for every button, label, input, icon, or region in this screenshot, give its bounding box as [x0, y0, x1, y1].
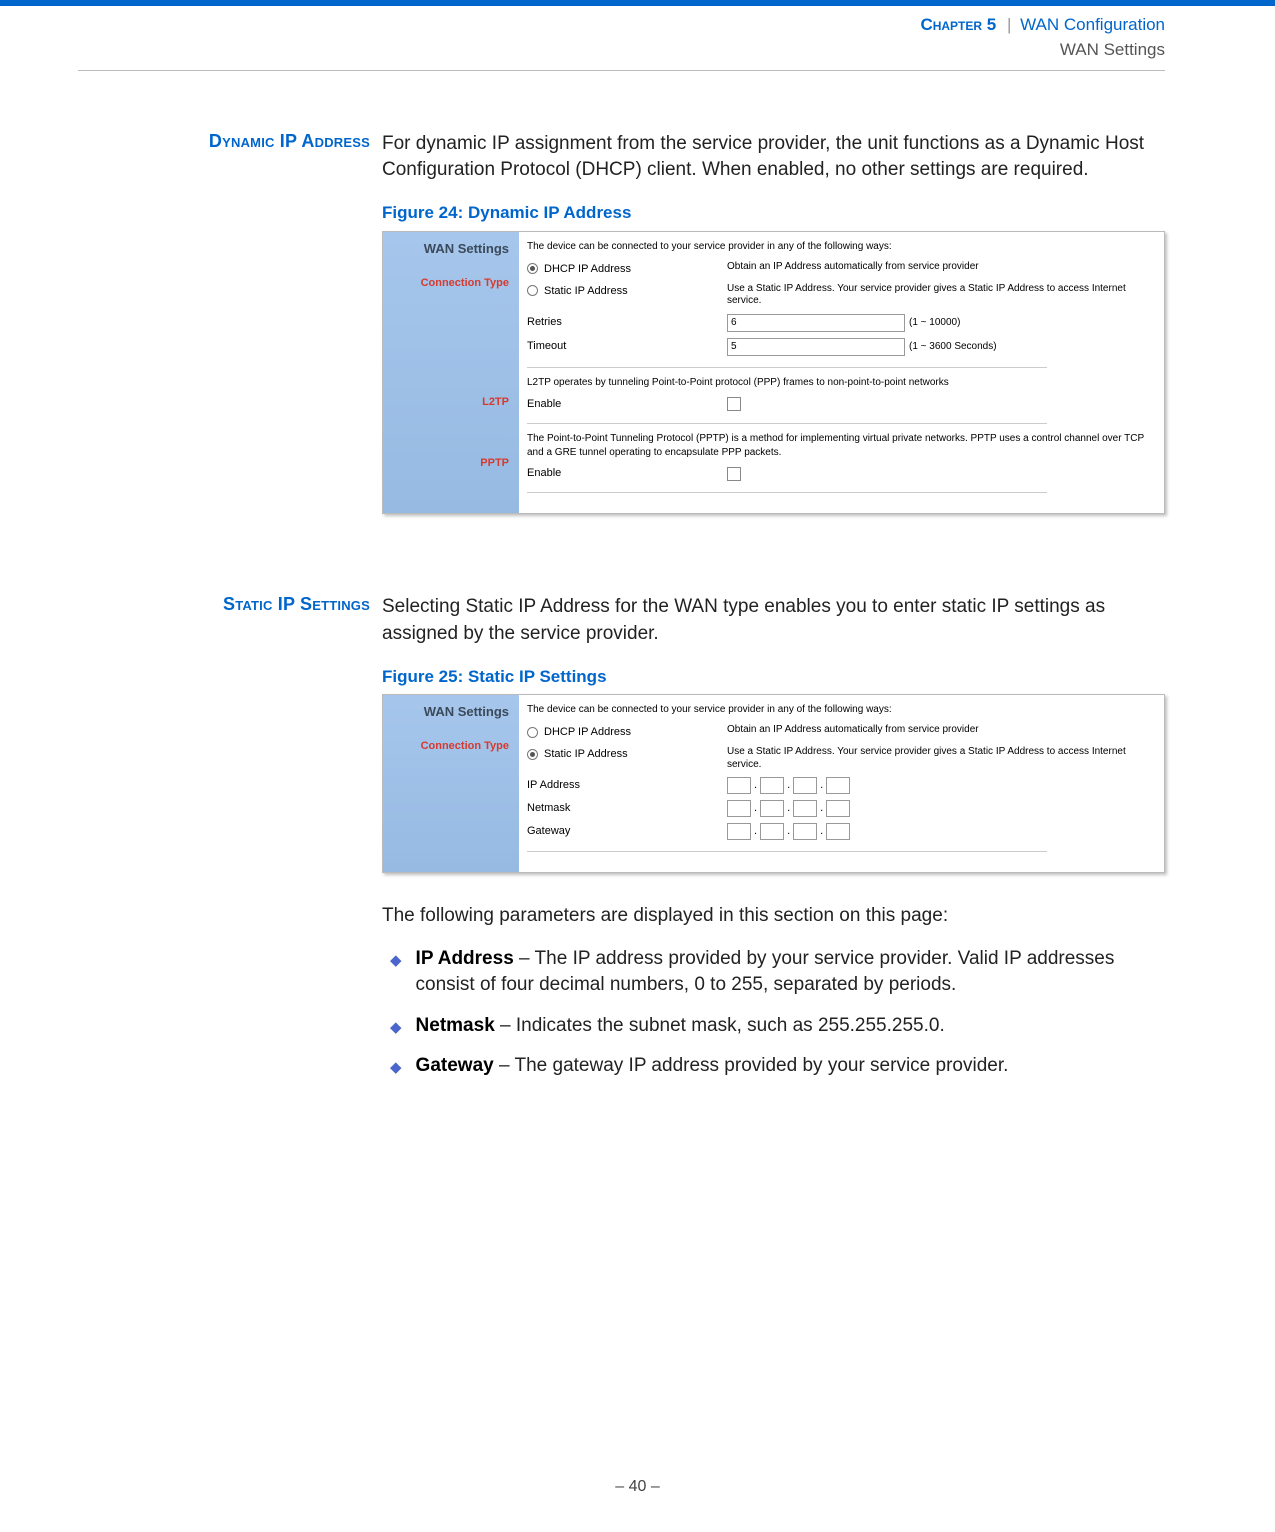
ss2-nm-b[interactable] [760, 800, 784, 817]
page-number: 40 [629, 1478, 647, 1495]
ss1-sidebar-item-connection-type[interactable]: Connection Type [383, 270, 513, 293]
ss1-sidebar-item-l2tp[interactable]: L2TP [383, 389, 513, 412]
ss1-static-desc: Use a Static IP Address. Your service pr… [727, 283, 1152, 308]
ss1-dhcp-desc: Obtain an IP Address automatically from … [727, 261, 1152, 274]
ss2-intro-text: The device can be connected to your serv… [527, 701, 1152, 721]
figure24-screenshot: WAN Settings Connection Type L2TP PPTP T… [382, 231, 1165, 515]
diamond-icon: ◆ [390, 1017, 402, 1040]
ss2-static-desc: Use a Static IP Address. Your service pr… [727, 746, 1152, 771]
ss2-sidebar-title: WAN Settings [383, 699, 513, 733]
ss1-sidebar-title: WAN Settings [383, 236, 513, 270]
ss2-ip-label: IP Address [527, 778, 727, 793]
section1-body-text: For dynamic IP assignment from the servi… [382, 131, 1165, 183]
ss1-retries-label: Retries [527, 315, 727, 330]
ss1-timeout-label: Timeout [527, 339, 727, 354]
param-intro-text: The following parameters are displayed i… [382, 903, 1165, 929]
ss2-gw-b[interactable] [760, 823, 784, 840]
ss2-ip-b[interactable] [760, 777, 784, 794]
ss1-l2tp-text: L2TP operates by tunneling Point-to-Poin… [527, 374, 1152, 394]
ss1-timeout-hint: (1 ~ 3600 Seconds) [909, 340, 997, 354]
ss2-ip-a[interactable] [727, 777, 751, 794]
ss2-nm-d[interactable] [826, 800, 850, 817]
ss1-pptp-enable-checkbox[interactable] [727, 467, 741, 481]
bullet-ip-address: IP Address – The IP address provided by … [416, 946, 1165, 999]
ss2-gw-a[interactable] [727, 823, 751, 840]
ss2-ip-d[interactable] [826, 777, 850, 794]
ss2-nm-a[interactable] [727, 800, 751, 817]
bullet-gateway: Gateway – The gateway IP address provide… [416, 1053, 1009, 1080]
figure25-screenshot: WAN Settings Connection Type The device … [382, 694, 1165, 873]
section-heading-dynamic-ip: Dynamic IP Address [120, 131, 382, 515]
ss2-dhcp-desc: Obtain an IP Address automatically from … [727, 724, 1152, 737]
ss2-gw-d[interactable] [826, 823, 850, 840]
ss2-dhcp-label: DHCP IP Address [544, 726, 631, 738]
ss1-radio-static[interactable] [527, 285, 538, 296]
ss2-static-label: Static IP Address [544, 748, 628, 760]
chapter-label: Chapter 5 [920, 15, 996, 34]
header-separator: | [1007, 15, 1011, 34]
ss2-sidebar-item-connection-type[interactable]: Connection Type [383, 733, 513, 756]
ss2-radio-static[interactable] [527, 749, 538, 760]
ss1-retries-hint: (1 ~ 10000) [909, 316, 960, 330]
ss1-dhcp-label: DHCP IP Address [544, 263, 631, 275]
ss1-timeout-input[interactable] [727, 338, 905, 356]
ss1-pptp-text: The Point-to-Point Tunneling Protocol (P… [527, 430, 1152, 464]
ss2-nm-c[interactable] [793, 800, 817, 817]
figure25-caption: Figure 25: Static IP Settings [382, 665, 1165, 688]
ss2-netmask-label: Netmask [527, 801, 727, 816]
ss2-gw-c[interactable] [793, 823, 817, 840]
diamond-icon: ◆ [390, 950, 402, 999]
ss1-pptp-enable-label: Enable [527, 466, 727, 481]
ss1-sidebar-item-pptp[interactable]: PPTP [383, 450, 513, 473]
page-header: Chapter 5 | WAN Configuration WAN Settin… [0, 6, 1275, 68]
page-footer: – 40 – [0, 1478, 1275, 1496]
parameter-list: ◆ IP Address – The IP address provided b… [382, 946, 1165, 1080]
ss1-radio-dhcp[interactable] [527, 263, 538, 274]
ss2-gateway-label: Gateway [527, 824, 727, 839]
ss2-ip-c[interactable] [793, 777, 817, 794]
diamond-icon: ◆ [390, 1057, 402, 1080]
header-title: WAN Configuration [1020, 15, 1165, 34]
ss2-radio-dhcp[interactable] [527, 727, 538, 738]
section-heading-static-ip: Static IP Settings [120, 594, 382, 1093]
ss1-static-label: Static IP Address [544, 285, 628, 297]
header-subtitle: WAN Settings [920, 39, 1165, 62]
figure24-caption: Figure 24: Dynamic IP Address [382, 201, 1165, 224]
bullet-netmask: Netmask – Indicates the subnet mask, suc… [416, 1013, 945, 1040]
ss1-retries-input[interactable] [727, 314, 905, 332]
section2-body-text: Selecting Static IP Address for the WAN … [382, 594, 1165, 646]
ss1-l2tp-enable-label: Enable [527, 397, 727, 412]
ss1-l2tp-enable-checkbox[interactable] [727, 397, 741, 411]
ss1-intro-text: The device can be connected to your serv… [527, 238, 1152, 258]
